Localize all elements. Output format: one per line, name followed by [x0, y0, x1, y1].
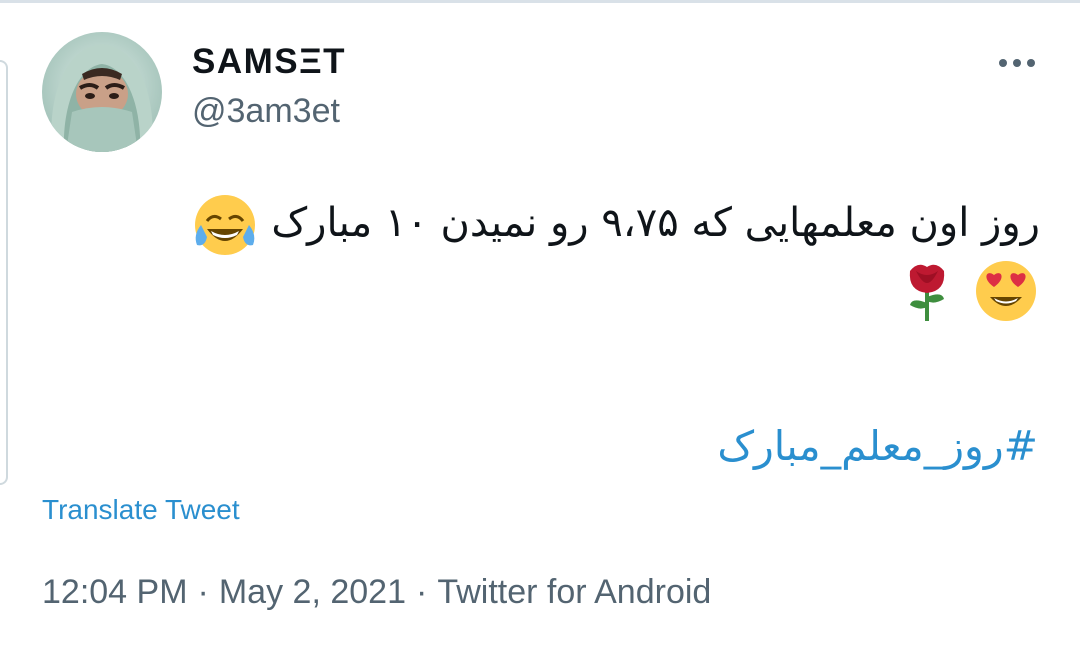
face-with-tears-of-joy-icon	[191, 191, 259, 259]
rose-icon	[902, 257, 952, 325]
meta-separator: ·	[415, 573, 428, 611]
more-horizontal-icon	[999, 59, 1035, 67]
tweet-source-link[interactable]: Twitter for Android	[437, 573, 711, 611]
smiling-face-with-heart-eyes-icon	[972, 257, 1040, 325]
translate-tweet-link[interactable]: Translate Tweet	[42, 492, 240, 528]
hashtag-link[interactable]: #روز_معلم_مبارک	[717, 416, 1038, 476]
top-divider	[0, 0, 1080, 3]
tweet-date[interactable]: May 2, 2021	[219, 573, 406, 611]
tweet-text-line: روز اون معلمهایی که ۹،۷۵ رو نمیدن ۱۰ مبا…	[40, 190, 1040, 259]
tweet-text: روز اون معلمهایی که ۹،۷۵ رو نمیدن ۱۰ مبا…	[40, 190, 1040, 325]
tweet-text-content: روز اون معلمهایی که ۹،۷۵ رو نمیدن ۱۰ مبا…	[271, 200, 1040, 246]
side-panel-edge	[0, 60, 8, 485]
avatar[interactable]	[42, 32, 162, 152]
meta-separator: ·	[197, 573, 209, 611]
display-name[interactable]: SAMSΞT	[192, 42, 346, 82]
user-handle[interactable]: @3am3et	[192, 91, 340, 131]
more-options-button[interactable]	[996, 50, 1038, 76]
emoji-row	[40, 257, 1040, 325]
tweet-time[interactable]: 12:04 PM	[42, 573, 188, 611]
tweet-metadata: 12:04 PM · May 2, 2021 · Twitter for Android	[42, 572, 711, 612]
